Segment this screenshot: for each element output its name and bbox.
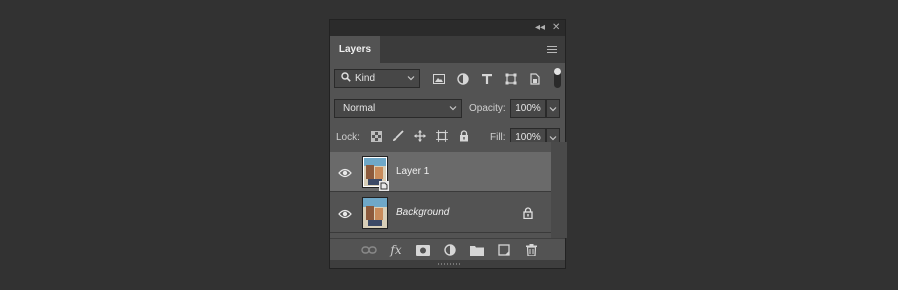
visibility-eye-icon[interactable] (338, 165, 352, 183)
tab-layers[interactable]: Layers (330, 36, 380, 63)
adjustment-filter-icon[interactable] (454, 71, 471, 87)
blend-mode-select[interactable]: Normal (334, 99, 462, 118)
panel-footer: fx (330, 238, 565, 261)
new-group-icon[interactable] (468, 243, 486, 257)
close-panel-icon[interactable]: ✕ (552, 21, 560, 35)
kind-filter-select[interactable]: Kind (334, 69, 420, 88)
add-mask-icon[interactable] (414, 243, 432, 257)
smart-object-filter-icon[interactable] (526, 71, 543, 87)
layer-row-layer-1[interactable]: Layer 1 (330, 152, 551, 192)
panel-menu-icon[interactable] (547, 46, 557, 55)
chevron-down-icon (449, 104, 457, 115)
type-filter-icon[interactable] (478, 71, 495, 87)
kind-filter-label: Kind (355, 73, 376, 84)
lock-transparent-pixels-icon[interactable] (369, 129, 383, 143)
new-layer-icon[interactable] (495, 243, 513, 257)
lock-image-pixels-icon[interactable] (391, 129, 405, 143)
visibility-eye-icon[interactable] (338, 206, 352, 224)
layers-scrollbar[interactable] (551, 142, 567, 238)
filter-row: Kind (330, 63, 565, 93)
lock-icon[interactable] (523, 206, 533, 224)
search-icon (341, 72, 351, 85)
panel-tab-bar: Layers (330, 36, 565, 63)
panel-resize-strip[interactable] (330, 260, 565, 268)
shape-filter-icon[interactable] (502, 71, 519, 87)
lock-artboard-icon[interactable] (435, 129, 449, 143)
opacity-dropdown-button[interactable] (546, 99, 560, 118)
lock-position-icon[interactable] (413, 129, 427, 143)
layer-thumbnail[interactable] (362, 197, 388, 229)
layer-row-background[interactable]: Background (330, 193, 551, 233)
layer-name[interactable]: Layer 1 (396, 166, 429, 177)
opacity-label: Opacity: (469, 103, 506, 114)
resize-grip-icon[interactable] (438, 263, 460, 265)
new-adjustment-icon[interactable] (441, 243, 459, 257)
blend-mode-value: Normal (343, 103, 376, 114)
fx-icon[interactable]: fx (387, 243, 405, 257)
chevron-down-icon (549, 106, 557, 111)
link-layers-icon[interactable] (360, 243, 378, 257)
image-filter-icon[interactable] (430, 71, 447, 87)
blend-row: Normal Opacity: 100% (330, 95, 565, 122)
layer-name[interactable]: Background (396, 207, 449, 218)
lock-all-icon[interactable] (457, 129, 471, 143)
layers-panel: ◂◂ ✕ Layers Kind Normal Opacity: 100% Lo… (329, 19, 567, 269)
delete-layer-icon[interactable] (522, 243, 540, 257)
filter-toggle-switch[interactable] (554, 68, 561, 88)
layers-list: Layer 1 Background (330, 142, 567, 238)
opacity-input[interactable]: 100% (510, 99, 546, 118)
chevron-down-icon (407, 74, 415, 85)
collapse-panel-icon[interactable]: ◂◂ (535, 21, 545, 35)
panel-title-bar[interactable]: ◂◂ ✕ (330, 20, 565, 36)
chevron-down-icon (549, 135, 557, 140)
